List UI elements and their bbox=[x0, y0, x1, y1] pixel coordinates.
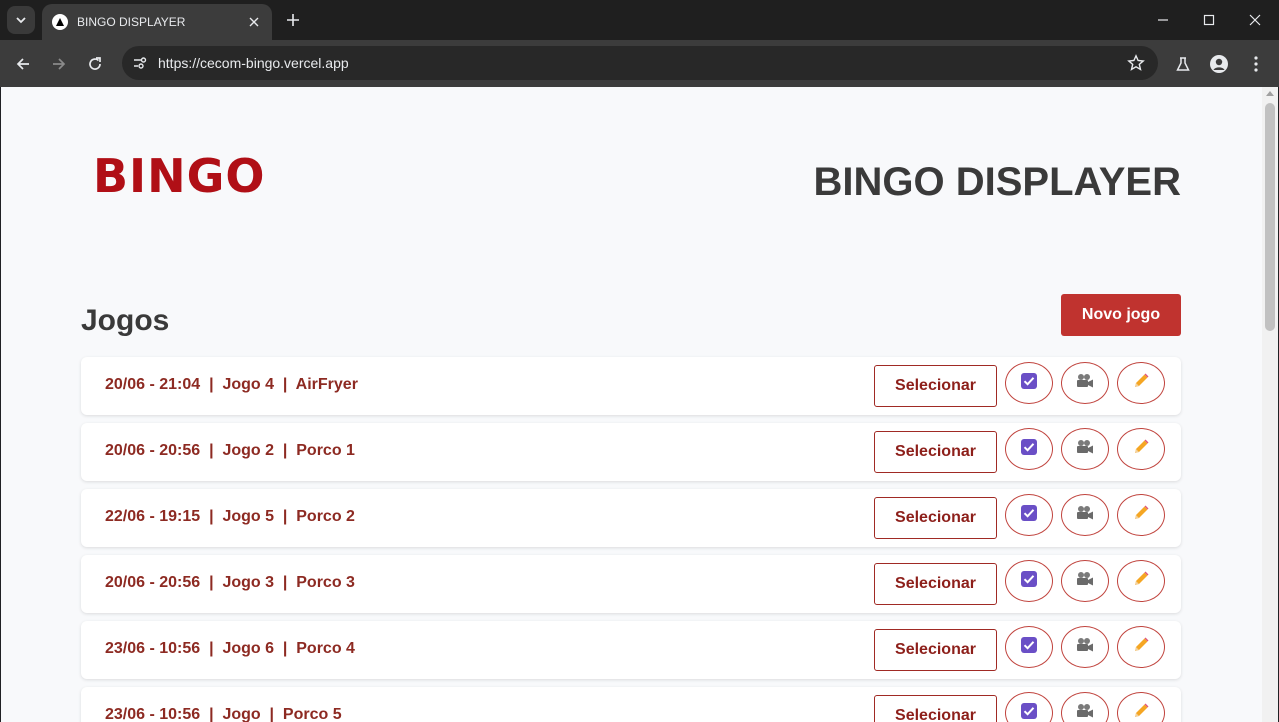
scroll-up-icon[interactable] bbox=[1266, 91, 1274, 96]
close-window-icon[interactable] bbox=[1232, 0, 1278, 40]
game-row: 20/06 - 20:56 | Jogo 2 | Porco 1 Selecion… bbox=[81, 423, 1181, 481]
checkbox-icon bbox=[1020, 702, 1038, 722]
address-bar[interactable]: https://cecom-bingo.vercel.app bbox=[122, 46, 1158, 80]
edit-game-button[interactable] bbox=[1117, 560, 1165, 602]
edit-game-button[interactable] bbox=[1117, 692, 1165, 722]
tab-title: BINGO DISPLAYER bbox=[77, 15, 186, 29]
game-row: 20/06 - 20:56 | Jogo 3 | Porco 3 Selecion… bbox=[81, 555, 1181, 613]
pencil-icon bbox=[1132, 438, 1150, 461]
display-game-button[interactable] bbox=[1061, 428, 1109, 470]
check-game-button[interactable] bbox=[1005, 428, 1053, 470]
check-game-button[interactable] bbox=[1005, 362, 1053, 404]
bingo-logo: BINGO bbox=[93, 149, 266, 203]
bookmark-star-icon[interactable] bbox=[1126, 53, 1146, 73]
favicon-icon bbox=[52, 14, 68, 30]
pencil-icon bbox=[1132, 372, 1150, 395]
profile-icon[interactable] bbox=[1204, 49, 1234, 79]
game-list: 20/06 - 21:04 | Jogo 4 | AirFryer Selecio… bbox=[81, 357, 1181, 722]
tab-search-icon[interactable] bbox=[7, 6, 35, 34]
select-game-button[interactable]: Selecionar bbox=[874, 365, 997, 407]
select-game-button[interactable]: Selecionar bbox=[874, 695, 997, 722]
pencil-icon bbox=[1132, 636, 1150, 659]
checkbox-icon bbox=[1020, 372, 1038, 395]
maximize-icon[interactable] bbox=[1186, 0, 1232, 40]
back-icon[interactable] bbox=[8, 49, 38, 79]
new-game-button[interactable]: Novo jogo bbox=[1061, 294, 1181, 336]
labs-icon[interactable] bbox=[1168, 49, 1198, 79]
check-game-button[interactable] bbox=[1005, 494, 1053, 536]
edit-game-button[interactable] bbox=[1117, 626, 1165, 668]
select-game-button[interactable]: Selecionar bbox=[874, 431, 997, 473]
pencil-icon bbox=[1132, 702, 1150, 722]
url-text: https://cecom-bingo.vercel.app bbox=[158, 55, 349, 71]
check-game-button[interactable] bbox=[1005, 692, 1053, 722]
edit-game-button[interactable] bbox=[1117, 494, 1165, 536]
checkbox-icon bbox=[1020, 438, 1038, 461]
browser-tab[interactable]: BINGO DISPLAYER bbox=[42, 4, 272, 40]
game-label: 23/06 - 10:56 | Jogo 6 | Porco 4 bbox=[105, 640, 355, 657]
checkbox-icon bbox=[1020, 570, 1038, 593]
video-camera-icon bbox=[1075, 505, 1095, 526]
checkbox-icon bbox=[1020, 504, 1038, 527]
site-info-icon[interactable] bbox=[128, 51, 152, 75]
new-tab-icon[interactable] bbox=[281, 8, 305, 32]
display-game-button[interactable] bbox=[1061, 560, 1109, 602]
edit-game-button[interactable] bbox=[1117, 428, 1165, 470]
check-game-button[interactable] bbox=[1005, 560, 1053, 602]
scrollbar[interactable] bbox=[1262, 87, 1278, 722]
edit-game-button[interactable] bbox=[1117, 362, 1165, 404]
check-game-button[interactable] bbox=[1005, 626, 1053, 668]
pencil-icon bbox=[1132, 504, 1150, 527]
select-game-button[interactable]: Selecionar bbox=[874, 563, 997, 605]
video-camera-icon bbox=[1075, 439, 1095, 460]
game-label: 20/06 - 20:56 | Jogo 3 | Porco 3 bbox=[105, 574, 355, 591]
page-title: BINGO DISPLAYER bbox=[813, 160, 1181, 204]
video-camera-icon bbox=[1075, 637, 1095, 658]
games-section-title: Jogos bbox=[81, 304, 170, 337]
game-row: 23/06 - 10:56 | Jogo 6 | Porco 4 Selecion… bbox=[81, 621, 1181, 679]
display-game-button[interactable] bbox=[1061, 692, 1109, 722]
display-game-button[interactable] bbox=[1061, 362, 1109, 404]
menu-icon[interactable] bbox=[1241, 49, 1271, 79]
game-row: 23/06 - 10:56 | Jogo | Porco 5 Selecionar bbox=[81, 687, 1181, 722]
video-camera-icon bbox=[1075, 373, 1095, 394]
display-game-button[interactable] bbox=[1061, 626, 1109, 668]
browser-toolbar: https://cecom-bingo.vercel.app bbox=[0, 40, 1279, 87]
page-content: BINGO BINGO DISPLAYER Jogos Novo jogo 20… bbox=[1, 87, 1262, 722]
select-game-button[interactable]: Selecionar bbox=[874, 497, 997, 539]
video-camera-icon bbox=[1075, 571, 1095, 592]
game-row: 22/06 - 19:15 | Jogo 5 | Porco 2 Selecion… bbox=[81, 489, 1181, 547]
video-camera-icon bbox=[1075, 703, 1095, 722]
checkbox-icon bbox=[1020, 636, 1038, 659]
pencil-icon bbox=[1132, 570, 1150, 593]
reload-icon[interactable] bbox=[80, 49, 110, 79]
minimize-icon[interactable] bbox=[1140, 0, 1186, 40]
tab-strip: BINGO DISPLAYER bbox=[0, 0, 1279, 40]
select-game-button[interactable]: Selecionar bbox=[874, 629, 997, 671]
display-game-button[interactable] bbox=[1061, 494, 1109, 536]
game-label: 20/06 - 21:04 | Jogo 4 | AirFryer bbox=[105, 376, 358, 393]
game-row: 20/06 - 21:04 | Jogo 4 | AirFryer Selecio… bbox=[81, 357, 1181, 415]
game-label: 22/06 - 19:15 | Jogo 5 | Porco 2 bbox=[105, 508, 355, 525]
close-icon[interactable] bbox=[246, 14, 262, 30]
game-label: 20/06 - 20:56 | Jogo 2 | Porco 1 bbox=[105, 442, 355, 459]
forward-icon[interactable] bbox=[44, 49, 74, 79]
scroll-thumb[interactable] bbox=[1265, 103, 1275, 331]
game-label: 23/06 - 10:56 | Jogo | Porco 5 bbox=[105, 706, 342, 722]
